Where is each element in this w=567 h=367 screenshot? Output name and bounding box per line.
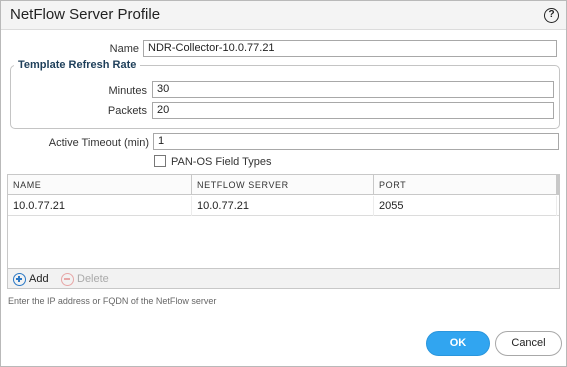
panos-field-types-checkbox[interactable] (154, 155, 166, 167)
active-timeout-label: Active Timeout (min) (48, 137, 149, 149)
header-scroll-stub (557, 175, 559, 195)
name-label: Name (109, 43, 139, 55)
netflow-servers-table: NAME NETFLOW SERVER PORT 10.0.77.21 10.0… (7, 174, 560, 289)
column-header-name[interactable]: NAME (8, 175, 192, 195)
add-icon (13, 272, 26, 286)
dialog-titlebar: NetFlow Server Profile ? (1, 1, 566, 30)
cancel-button[interactable]: Cancel (495, 331, 562, 356)
name-field[interactable]: NDR-Collector-10.0.77.21 (143, 40, 557, 57)
help-icon[interactable]: ? (544, 8, 559, 23)
minutes-field[interactable]: 30 (152, 81, 554, 98)
panos-field-types-label: PAN-OS Field Types (171, 156, 272, 168)
delete-label: Delete (77, 273, 109, 285)
table-cell-port[interactable]: 2055 (374, 196, 557, 216)
packets-field[interactable]: 20 (152, 102, 554, 119)
add-label: Add (29, 273, 49, 285)
add-button[interactable]: Add (13, 272, 49, 286)
hint-text: Enter the IP address or FQDN of the NetF… (8, 296, 217, 306)
table-cell-netflow-server[interactable]: 10.0.77.21 (192, 196, 374, 216)
dialog-title: NetFlow Server Profile (10, 6, 161, 23)
table-cell-name[interactable]: 10.0.77.21 (8, 196, 192, 216)
ok-button[interactable]: OK (426, 331, 490, 356)
column-header-netflow-server[interactable]: NETFLOW SERVER (192, 175, 374, 195)
table-header: NAME NETFLOW SERVER PORT (8, 175, 559, 195)
delete-icon (61, 272, 74, 286)
column-header-port[interactable]: PORT (374, 175, 557, 195)
packets-label: Packets (107, 105, 147, 117)
template-refresh-rate-legend: Template Refresh Rate (14, 59, 141, 71)
table-row[interactable]: 10.0.77.21 10.0.77.21 2055 (8, 196, 559, 216)
netflow-server-profile-dialog: NetFlow Server Profile ? Name NDR-Collec… (0, 0, 567, 367)
delete-button[interactable]: Delete (61, 272, 109, 286)
table-toolbar: Add Delete (8, 268, 559, 288)
minutes-label: Minutes (108, 85, 147, 97)
active-timeout-field[interactable]: 1 (153, 133, 559, 150)
